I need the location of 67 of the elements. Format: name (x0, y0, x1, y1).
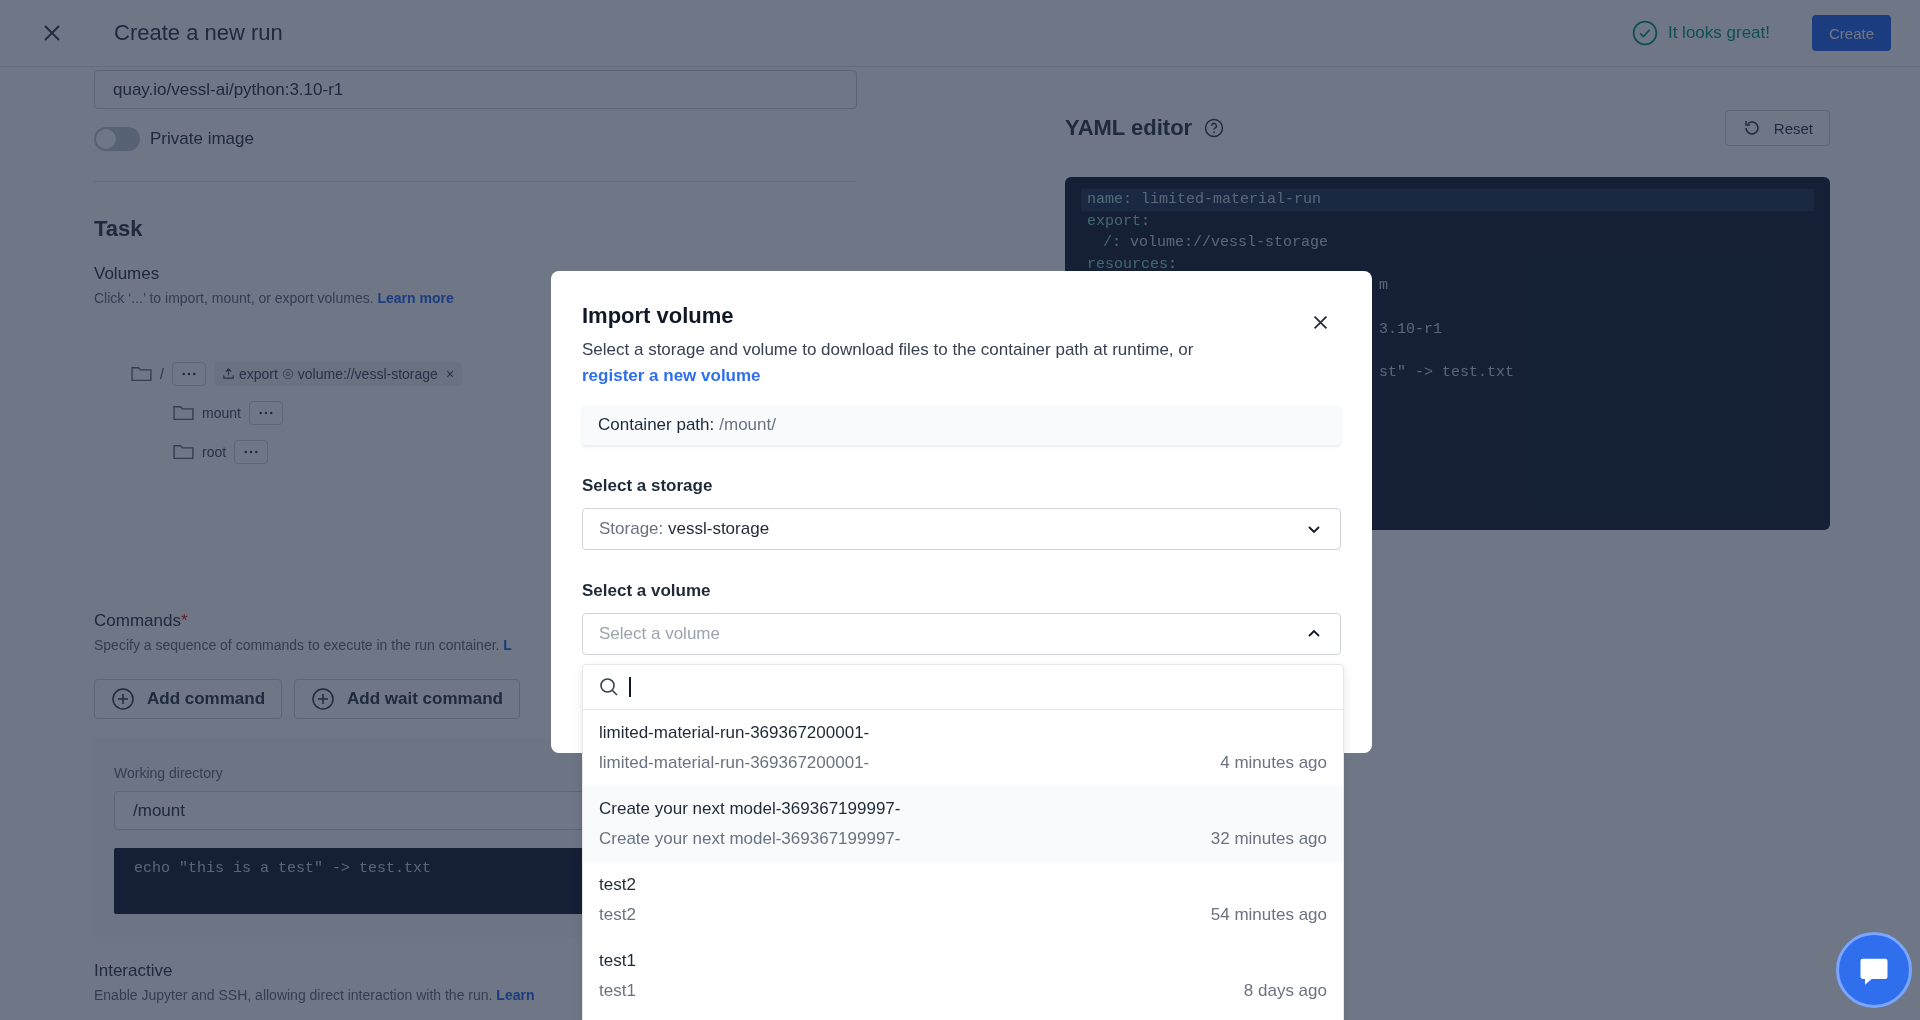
code-line: export: (1086, 211, 1152, 232)
working-directory-label: Working directory (114, 765, 224, 781)
folder-name: root (202, 443, 227, 460)
learn-link[interactable]: Learn (496, 987, 535, 1003)
section-title: Task (94, 216, 144, 242)
option-time: 54 minutes ago (1210, 905, 1327, 925)
folder-name: / (160, 365, 164, 382)
interactive-title: Interactive (94, 961, 173, 981)
more-icon (258, 410, 273, 415)
container-path-label: Container path: (598, 415, 715, 435)
create-button[interactable]: Create (1812, 15, 1891, 51)
option-subtitle: Create your next model-369367199997- (599, 829, 901, 849)
volumes-title: Volumes (94, 264, 160, 284)
folder-name: mount (202, 404, 241, 421)
more-button[interactable] (234, 439, 269, 464)
private-image-label: Private image (150, 129, 254, 149)
code-line: /: volume://vessl-storage (1102, 233, 1330, 254)
code-line: 3.10-r1 (1379, 319, 1442, 340)
learn-more-link[interactable]: Learn more (377, 290, 454, 306)
folder-icon (131, 365, 152, 382)
register-volume-link[interactable]: register a new volume (582, 366, 761, 385)
storage-label: Select a storage (582, 476, 714, 496)
target-icon (281, 367, 294, 380)
chip-action: export (238, 365, 278, 382)
container-path-value: /mount/ (719, 415, 776, 435)
volume-select[interactable]: Select a volume (582, 613, 1341, 655)
dialog-title: Import volume (582, 303, 734, 329)
more-icon (181, 371, 196, 376)
volume-option[interactable]: limited-material-run-369367200001- limited-material-run-369367200001- 4 minutes ago (583, 710, 1343, 786)
folder-icon (173, 404, 194, 421)
option-title: limited-material-run-369367200001- (599, 723, 871, 743)
check-circle-icon (1631, 20, 1658, 46)
add-command-button[interactable]: Add command (94, 679, 283, 719)
add-command-button[interactable]: Add wait command (294, 679, 520, 719)
learn-link[interactable]: L (503, 637, 512, 653)
yaml-editor-title: YAML editor (1065, 115, 1193, 141)
volume-label: Select a volume (582, 581, 712, 601)
code-line: resources: (1086, 254, 1179, 275)
close-icon[interactable] (1312, 314, 1329, 331)
option-subtitle: test1 (599, 981, 636, 1001)
plus-circle-icon (311, 687, 336, 711)
option-title: test1 (599, 951, 637, 971)
option-subtitle: limited-material-run-369367200001- (599, 753, 870, 773)
upload-icon (221, 367, 235, 380)
option-time: 4 minutes ago (1220, 753, 1327, 773)
more-button[interactable] (248, 400, 283, 425)
more-icon (244, 449, 259, 454)
plus-circle-icon (111, 687, 135, 711)
option-title: test2 (599, 875, 637, 895)
volume-option[interactable]: test1 test1 8 days ago (583, 938, 1343, 1014)
commands-title: Commands* (94, 611, 188, 631)
more-button[interactable] (171, 361, 206, 386)
status-text: It looks great! (1667, 23, 1770, 43)
code-line: st" -> test.txt (1379, 362, 1515, 383)
storage-select[interactable]: Storage: vessl-storage (582, 508, 1341, 550)
page-title: Create a new run (114, 20, 283, 46)
folder-icon (173, 443, 194, 460)
reset-button[interactable]: Reset (1724, 110, 1830, 146)
option-time: 8 days ago (1243, 981, 1327, 1001)
search-icon (599, 677, 619, 697)
code-line: m (1379, 276, 1388, 297)
image-field[interactable]: quay.io/vessl-ai/python:3.10-r1 (94, 70, 857, 109)
volume-option[interactable]: Create your next model-369367199997- Create your next model-369367199997- 32 minutes ago (583, 786, 1343, 862)
help-icon[interactable] (1204, 118, 1225, 138)
chip-target: volume://vessl-storage (297, 365, 438, 382)
option-time: 32 minutes ago (1210, 829, 1327, 849)
remove-button[interactable]: × (445, 365, 455, 382)
